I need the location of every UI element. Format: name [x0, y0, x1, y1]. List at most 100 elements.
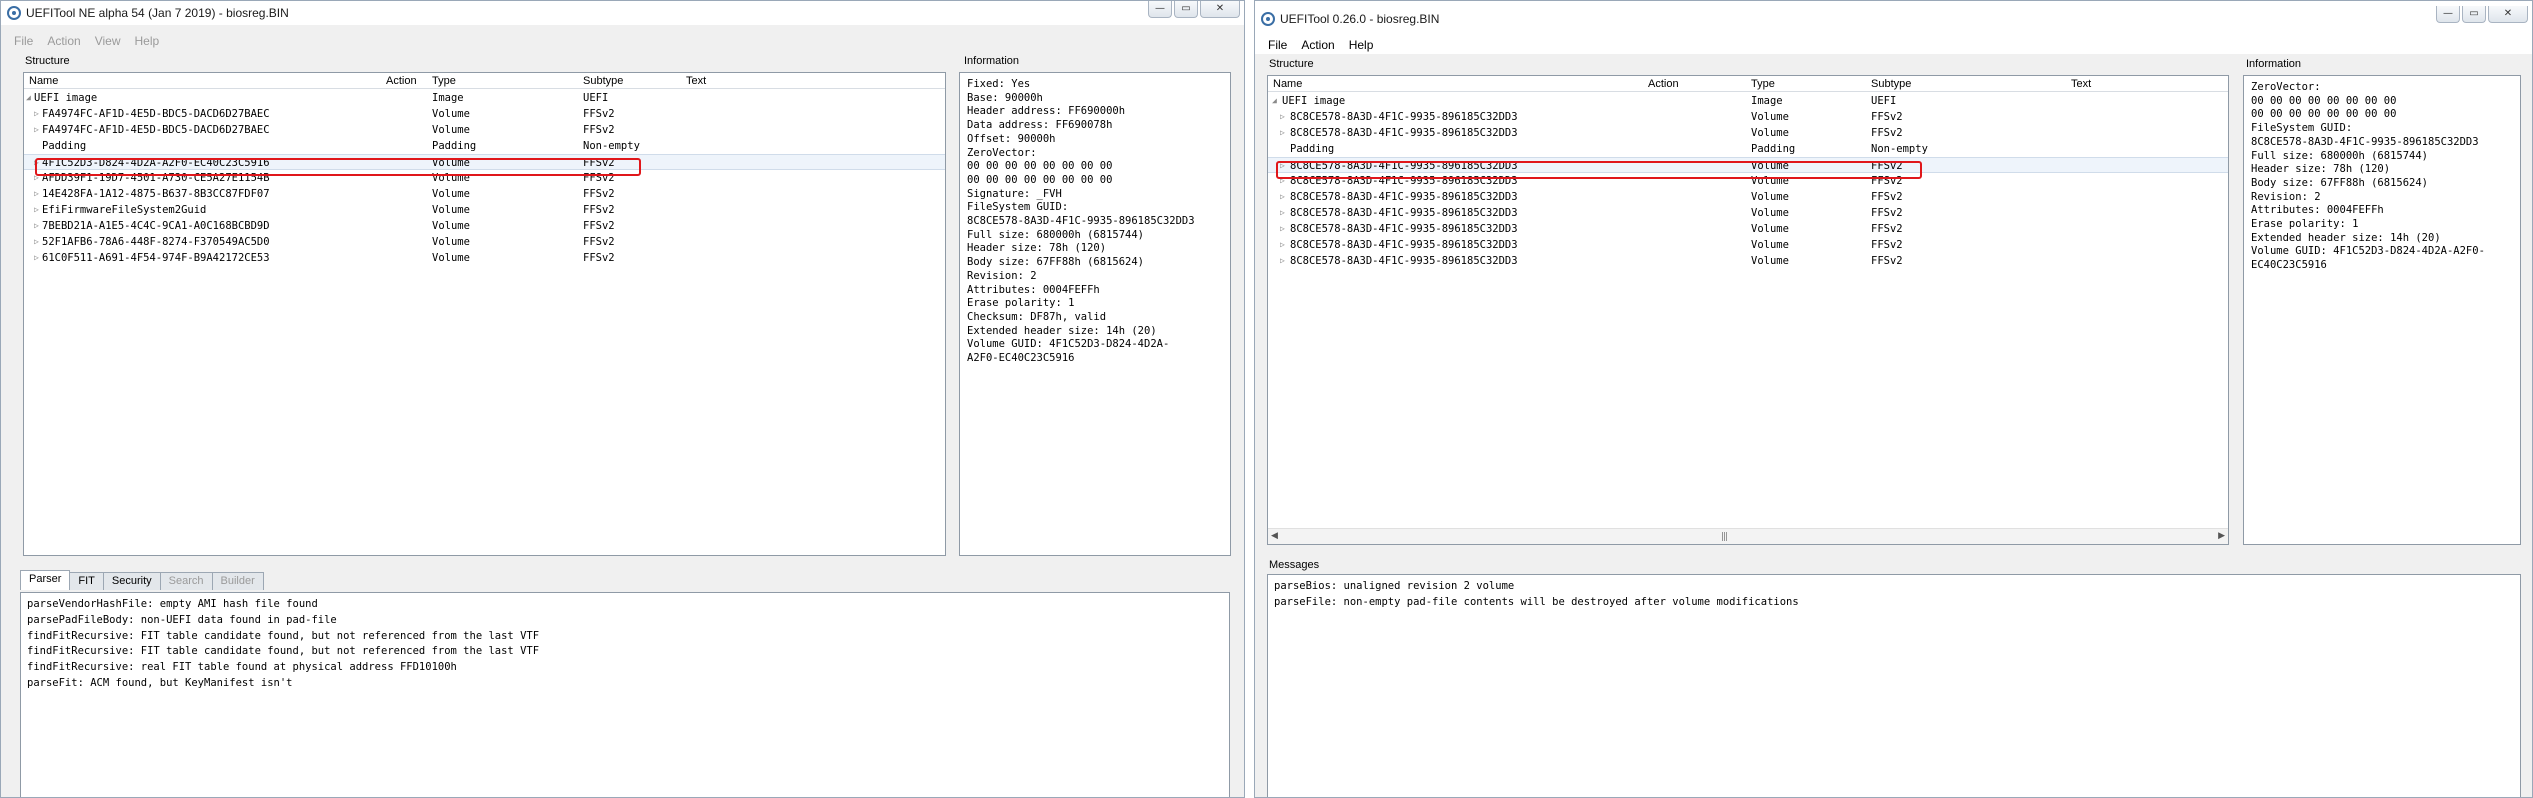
row-subtype: UEFI: [583, 92, 609, 104]
titlebar[interactable]: UEFITool NE alpha 54 (Jan 7 2019) - bios…: [1, 1, 1244, 25]
minimize-button[interactable]: —: [1148, 1, 1172, 18]
tree-row[interactable]: ▷ 7BEBD21A-A1E5-4C4C-9CA1-A0C168BCBD9D Vol…: [24, 218, 945, 234]
titlebar[interactable]: UEFITool 0.26.0 - biosreg.BIN — ▭ ✕: [1255, 1, 2532, 37]
column-type[interactable]: Type: [432, 75, 456, 87]
tab-security[interactable]: Security: [102, 572, 161, 590]
column-action[interactable]: Action: [386, 75, 417, 87]
tree-row[interactable]: Padding Padding Non-empty: [24, 138, 945, 154]
menu-help[interactable]: Help: [128, 34, 167, 48]
tree-row[interactable]: ▷ 8C8CE578-8A3D-4F1C-9935-896185C32DD3 Vol…: [1268, 253, 2228, 269]
menu-action[interactable]: Action: [40, 34, 87, 48]
messages-panel[interactable]: parseBios: unaligned revision 2 volume pa…: [1267, 574, 2521, 797]
tree-row[interactable]: ▷ 52F1AFB6-78A6-448F-8274-F370549AC5D0 Vol…: [24, 234, 945, 250]
row-subtype: FFSv2: [1871, 111, 1903, 123]
structure-tree[interactable]: Name Action Type Subtype Text ◢ UEFI imag…: [1267, 75, 2229, 545]
row-name: 8C8CE578-8A3D-4F1C-9935-896185C32DD3: [1290, 207, 1518, 219]
row-type: Volume: [432, 220, 470, 232]
expand-arrow-icon[interactable]: ▷: [1280, 205, 1285, 221]
expand-arrow-icon[interactable]: ▷: [34, 234, 39, 250]
tree-row[interactable]: ▷ 8C8CE578-8A3D-4F1C-9935-896185C32DD3 Vol…: [1268, 109, 2228, 125]
info-line: 00 00 00 00 00 00 00 00: [2251, 108, 2397, 121]
tree-row[interactable]: ▷ 8C8CE578-8A3D-4F1C-9935-896185C32DD3 Vol…: [1268, 125, 2228, 141]
expand-arrow-icon[interactable]: ▷: [34, 202, 39, 218]
row-name: FA4974FC-AF1D-4E5D-BDC5-DACD6D27BAEC: [42, 124, 270, 136]
column-type[interactable]: Type: [1751, 78, 1775, 90]
menu-help[interactable]: Help: [1342, 38, 1381, 52]
parser-messages[interactable]: parseVendorHashFile: empty AMI hash file…: [20, 592, 1230, 797]
row-name: 7BEBD21A-A1E5-4C4C-9CA1-A0C168BCBD9D: [42, 220, 270, 232]
collapse-arrow-icon[interactable]: ◢: [26, 90, 31, 106]
tree-row[interactable]: ▷ 8C8CE578-8A3D-4F1C-9935-896185C32DD3 Vol…: [1268, 205, 2228, 221]
tree-row[interactable]: ▷ 8C8CE578-8A3D-4F1C-9935-896185C32DD3 Vol…: [1268, 221, 2228, 237]
scroll-right-arrow-icon[interactable]: ▶: [2218, 531, 2225, 541]
information-panel: Fixed: Yes Base: 90000h Header address: FF…: [959, 72, 1231, 556]
expand-arrow-icon[interactable]: ▷: [34, 250, 39, 266]
row-type: Padding: [1751, 143, 1796, 155]
message-line: parseBios: unaligned revision 2 volume: [1274, 580, 1515, 592]
row-type: Padding: [432, 140, 477, 152]
tree-row[interactable]: ▷ 14E428FA-1A12-4875-B637-8B3CC87FDF07 Vol…: [24, 186, 945, 202]
expand-arrow-icon[interactable]: ▷: [1280, 237, 1285, 253]
tree-row[interactable]: ▷ EfiFirmwareFileSystem2Guid Volume FFSv2: [24, 202, 945, 218]
menu-file[interactable]: File: [1261, 38, 1294, 52]
close-button[interactable]: ✕: [2488, 6, 2528, 23]
tab-search: Search: [159, 572, 213, 590]
column-subtype[interactable]: Subtype: [583, 75, 623, 87]
tree-row[interactable]: ▷ FA4974FC-AF1D-4E5D-BDC5-DACD6D27BAEC Vol…: [24, 122, 945, 138]
row-subtype: FFSv2: [583, 204, 615, 216]
horizontal-scrollbar[interactable]: ◀ ||| ▶: [1268, 528, 2228, 544]
structure-tree[interactable]: Name Action Type Subtype Text ◢ UEFI imag…: [23, 72, 946, 556]
tree-row[interactable]: ▷ 61C0F511-A691-4F54-974F-B9A42172CE53 Vol…: [24, 250, 945, 266]
column-text[interactable]: Text: [2071, 78, 2091, 90]
tree-row[interactable]: ▷ FA4974FC-AF1D-4E5D-BDC5-DACD6D27BAEC Vol…: [24, 106, 945, 122]
info-line: Checksum: DF87h, valid: [967, 310, 1107, 323]
row-name: Padding: [42, 140, 87, 152]
tree-row[interactable]: ▷ 8C8CE578-8A3D-4F1C-9935-896185C32DD3 Vol…: [1268, 189, 2228, 205]
close-button[interactable]: ✕: [1200, 1, 1240, 18]
expand-arrow-icon[interactable]: ▷: [1280, 109, 1285, 125]
tree-row[interactable]: ◢ UEFI image Image UEFI: [24, 90, 945, 106]
message-line: findFitRecursive: FIT table candidate fo…: [27, 645, 540, 658]
expand-arrow-icon[interactable]: ▷: [1280, 189, 1285, 205]
column-subtype[interactable]: Subtype: [1871, 78, 1911, 90]
tab-parser[interactable]: Parser: [20, 570, 71, 590]
menu-file[interactable]: File: [7, 34, 40, 48]
column-name[interactable]: Name: [29, 75, 58, 87]
row-type: Volume: [1751, 191, 1789, 203]
tab-fit[interactable]: FIT: [69, 572, 104, 590]
minimize-button[interactable]: —: [2436, 6, 2460, 23]
expand-arrow-icon[interactable]: ▷: [34, 106, 39, 122]
menu-action[interactable]: Action: [1294, 38, 1341, 52]
tree-row[interactable]: ▷ 8C8CE578-8A3D-4F1C-9935-896185C32DD3 Vol…: [1268, 237, 2228, 253]
scroll-left-arrow-icon[interactable]: ◀: [1271, 531, 1278, 541]
scroll-thumb-grip-icon[interactable]: |||: [1721, 532, 1728, 542]
info-line: Attributes: 0004FEFFh: [2251, 204, 2384, 217]
collapse-arrow-icon[interactable]: ◢: [1272, 93, 1277, 109]
row-subtype: FFSv2: [1871, 127, 1903, 139]
column-action[interactable]: Action: [1648, 78, 1679, 90]
expand-arrow-icon[interactable]: ▷: [34, 218, 39, 234]
maximize-button[interactable]: ▭: [2462, 6, 2486, 23]
information-label: Information: [2246, 58, 2302, 70]
row-subtype: FFSv2: [583, 252, 615, 264]
expand-arrow-icon[interactable]: ▷: [1280, 221, 1285, 237]
expand-arrow-icon[interactable]: ▷: [1280, 253, 1285, 269]
info-line: 8C8CE578-8A3D-4F1C-9935-896185C32DD3: [967, 215, 1195, 228]
message-line: parseFile: non-empty pad-file contents w…: [1274, 595, 1799, 608]
window-title: UEFITool NE alpha 54 (Jan 7 2019) - bios…: [26, 6, 289, 20]
tree-row[interactable]: Padding Padding Non-empty: [1268, 141, 2228, 157]
info-line: Fixed: Yes: [967, 78, 1031, 90]
expand-arrow-icon[interactable]: ▷: [34, 122, 39, 138]
info-line: FileSystem GUID:: [2251, 122, 2353, 135]
row-name: 8C8CE578-8A3D-4F1C-9935-896185C32DD3: [1290, 223, 1518, 235]
menu-view[interactable]: View: [88, 34, 128, 48]
maximize-button[interactable]: ▭: [1174, 1, 1198, 18]
expand-arrow-icon[interactable]: ▷: [34, 186, 39, 202]
info-line: ZeroVector:: [967, 146, 1037, 159]
row-subtype: FFSv2: [583, 108, 615, 120]
expand-arrow-icon[interactable]: ▷: [1280, 125, 1285, 141]
column-name[interactable]: Name: [1273, 78, 1302, 90]
tree-row[interactable]: ◢ UEFI image Image UEFI: [1268, 93, 2228, 109]
column-text[interactable]: Text: [686, 75, 706, 87]
information-text: Fixed: Yes Base: 90000h Header address: FF…: [967, 78, 1195, 366]
